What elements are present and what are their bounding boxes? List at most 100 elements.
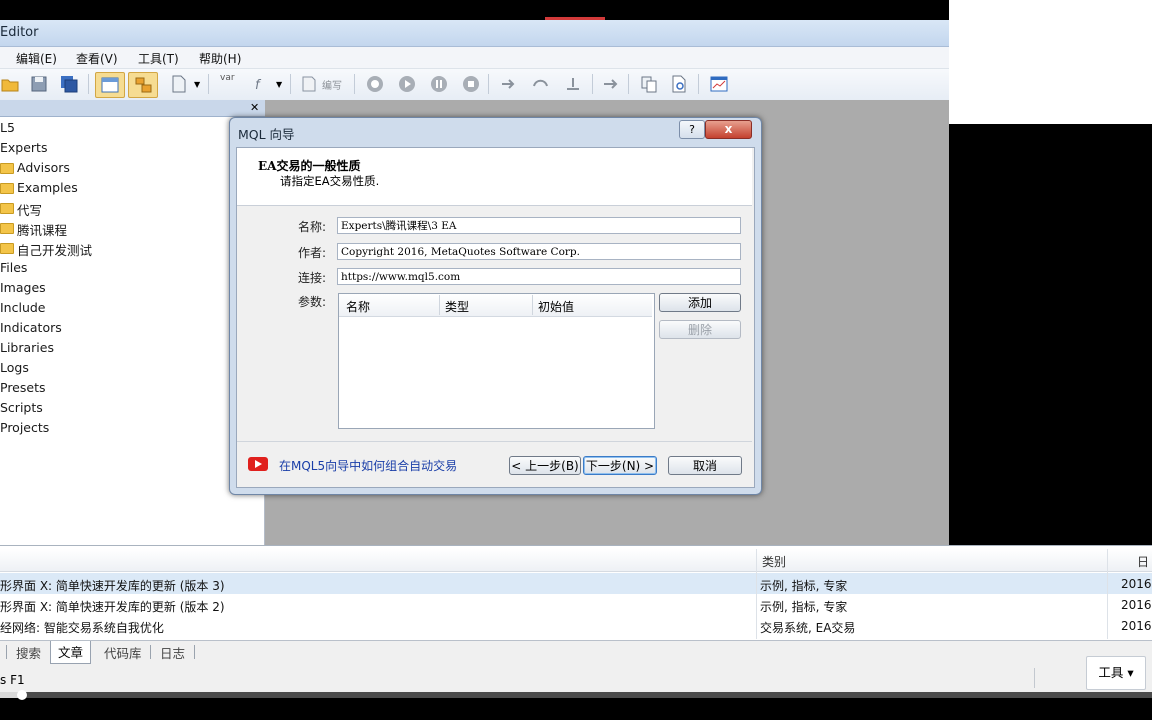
menu-help[interactable]: 帮助(H) xyxy=(199,50,241,67)
open-folder-icon[interactable] xyxy=(0,73,22,95)
nav-item-self-dev-test[interactable]: 自己开发测试 xyxy=(17,240,92,259)
nav-item-tencent-course[interactable]: 腾讯课程 xyxy=(17,220,67,239)
restart-icon[interactable] xyxy=(364,73,386,95)
col-header-category[interactable]: 类别 xyxy=(762,553,786,570)
find-icon[interactable] xyxy=(668,73,690,95)
column-divider xyxy=(532,295,533,315)
dropdown-arrow-icon[interactable]: ▼ xyxy=(194,80,200,89)
cancel-button[interactable]: 取消 xyxy=(668,456,742,475)
step-out-icon[interactable] xyxy=(562,73,584,95)
article-date: 2016. xyxy=(1121,577,1152,591)
article-date: 2016. xyxy=(1121,619,1152,633)
toolbar-separator xyxy=(354,74,355,94)
video-play-icon[interactable] xyxy=(248,457,268,471)
tab-separator xyxy=(150,645,151,659)
nav-item-presets[interactable]: Presets xyxy=(0,380,46,395)
dialog-close-button[interactable]: x xyxy=(705,120,752,139)
status-bar xyxy=(0,664,1152,692)
article-category: 示例, 指标, 专家 xyxy=(760,600,848,614)
navigator-toggle-icon[interactable] xyxy=(95,72,125,98)
author-field[interactable]: Copyright 2016, MetaQuotes Software Corp… xyxy=(337,243,741,260)
tab-codebase[interactable]: 代码库 xyxy=(104,643,142,662)
video-progress-handle[interactable] xyxy=(17,690,27,700)
nav-item-root[interactable]: L5 xyxy=(0,120,15,135)
nav-item-daixie[interactable]: 代写 xyxy=(17,200,42,219)
nav-item-files[interactable]: Files xyxy=(0,260,27,275)
article-title[interactable]: 形界面 X: 简单快速开发库的更新 (版本 3) xyxy=(0,577,225,594)
svg-text:f: f xyxy=(255,78,262,93)
nav-item-images[interactable]: Images xyxy=(0,280,46,295)
folder-icon xyxy=(0,203,14,214)
articles-list-header xyxy=(0,549,1152,572)
link-field[interactable]: https://www.mql5.com xyxy=(337,268,741,285)
params-col-name[interactable]: 名称 xyxy=(346,298,370,315)
save-all-icon[interactable] xyxy=(58,73,80,95)
folder-icon xyxy=(0,183,14,194)
menu-tools[interactable]: 工具(T) xyxy=(138,50,179,67)
menu-edit[interactable]: 编辑(E) xyxy=(16,50,57,67)
nav-item-indicators[interactable]: Indicators xyxy=(0,320,62,335)
link-label: 连接: xyxy=(298,271,327,285)
play-icon[interactable] xyxy=(396,73,418,95)
var-label[interactable]: var xyxy=(220,73,235,83)
navigator-header xyxy=(0,100,265,117)
dialog-title: MQL 向导 xyxy=(238,127,295,142)
step-into-icon[interactable] xyxy=(498,73,520,95)
toolbar-separator xyxy=(88,74,89,94)
next-button[interactable]: 下一步(N) > xyxy=(583,456,657,475)
dialog-heading: EA交易的一般性质 xyxy=(258,159,361,173)
add-button[interactable]: 添加 xyxy=(659,293,741,312)
arrow-right-icon[interactable] xyxy=(600,73,622,95)
menu-view[interactable]: 查看(V) xyxy=(76,50,118,67)
dropdown-arrow-icon[interactable]: ▼ xyxy=(276,80,282,89)
table-row[interactable] xyxy=(0,615,1152,636)
back-button[interactable]: < 上一步(B) xyxy=(509,456,581,475)
params-col-type[interactable]: 类型 xyxy=(445,298,469,315)
folder-open-icon xyxy=(0,243,14,254)
tab-journal[interactable]: 日志 xyxy=(160,643,185,662)
nav-item-include[interactable]: Include xyxy=(0,300,46,315)
video-progress-track[interactable] xyxy=(0,692,1152,698)
copy-icon[interactable] xyxy=(638,73,660,95)
terminal-icon[interactable] xyxy=(708,73,730,95)
tab-articles[interactable]: 文章 xyxy=(50,641,92,664)
nav-item-scripts[interactable]: Scripts xyxy=(0,400,43,415)
name-label: 名称: xyxy=(298,220,327,234)
nav-item-advisors[interactable]: Advisors xyxy=(17,160,70,175)
navigator-close-icon[interactable]: ✕ xyxy=(250,101,259,114)
window-title: Editor xyxy=(0,25,39,40)
name-field[interactable]: Experts\腾讯课程\3 EA xyxy=(337,217,741,234)
toolbar-separator xyxy=(628,74,629,94)
nav-item-experts[interactable]: Experts xyxy=(0,140,47,155)
toolbox-toggle-icon[interactable] xyxy=(128,72,158,98)
help-video-link[interactable]: 在MQL5向导中如何组合自动交易 xyxy=(279,457,457,474)
tab-search[interactable]: 搜索 xyxy=(16,643,41,662)
article-category: 交易系统, EA交易 xyxy=(760,621,856,635)
tools-menu-button[interactable]: 工具 ▾ xyxy=(1086,656,1146,690)
overlay-region xyxy=(949,0,1152,124)
delete-button[interactable]: 删除 xyxy=(659,320,741,339)
toolbar-separator xyxy=(592,74,593,94)
dialog-divider xyxy=(237,441,752,442)
params-col-initial[interactable]: 初始值 xyxy=(538,298,574,315)
step-over-icon[interactable] xyxy=(530,73,552,95)
help-button[interactable]: ? xyxy=(679,120,705,139)
nav-item-projects[interactable]: Projects xyxy=(0,420,49,435)
compile-label[interactable]: 编写 xyxy=(322,77,342,92)
column-divider xyxy=(756,549,757,639)
compile-icon[interactable] xyxy=(298,73,320,95)
nav-item-examples[interactable]: Examples xyxy=(17,180,78,195)
article-title[interactable]: 经网络: 智能交易系统自我优化 xyxy=(0,619,164,636)
nav-item-libraries[interactable]: Libraries xyxy=(0,340,54,355)
new-file-icon[interactable] xyxy=(168,73,190,95)
function-icon[interactable]: f xyxy=(250,73,272,95)
nav-item-logs[interactable]: Logs xyxy=(0,360,29,375)
pause-icon[interactable] xyxy=(428,73,450,95)
article-title[interactable]: 形界面 X: 简单快速开发库的更新 (版本 2) xyxy=(0,598,225,615)
toolbar-separator xyxy=(290,74,291,94)
folder-icon xyxy=(0,163,14,174)
stop-icon[interactable] xyxy=(460,73,482,95)
save-icon[interactable] xyxy=(28,73,50,95)
toolbar-separator xyxy=(488,74,489,94)
status-text: s F1 xyxy=(0,673,25,687)
